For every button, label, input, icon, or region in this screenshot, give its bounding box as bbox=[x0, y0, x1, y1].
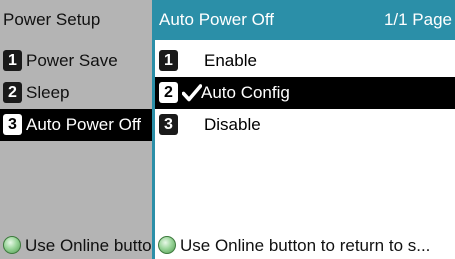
menu-item-auto-power-off[interactable]: 3 Auto Power Off bbox=[0, 109, 152, 141]
option-number-badge: 1 bbox=[159, 50, 178, 72]
option-number-badge: 3 bbox=[159, 114, 178, 136]
auto-power-off-menu: Auto Power Off 1/1 Page 1 Enable 2 Auto … bbox=[155, 0, 455, 259]
menu-title: Auto Power Off bbox=[159, 10, 274, 29]
footer-hint-text: Use Online button to return to s... bbox=[180, 236, 431, 255]
item-number-badge: 1 bbox=[3, 50, 22, 72]
menu-item-label: Power Save bbox=[26, 51, 118, 70]
checkmark-icon bbox=[182, 84, 202, 102]
footer-hint-text: Use Online button to return to standby. bbox=[25, 236, 152, 255]
auto-power-off-screen: Power Setup 1 Power Save 2 Sleep 3 Auto Pow… bbox=[0, 0, 455, 259]
option-number-badge: 2 bbox=[159, 82, 178, 104]
option-enable[interactable]: 1 Enable bbox=[155, 45, 455, 77]
menu-item-label: Auto Power Off bbox=[26, 115, 141, 134]
option-auto-config[interactable]: 2 Auto Config bbox=[155, 77, 455, 109]
menu-item-power-save[interactable]: 1 Power Save bbox=[0, 45, 152, 77]
option-label: Auto Config bbox=[201, 83, 290, 102]
right-footer-hint: Use Online button to return to s... bbox=[155, 232, 455, 259]
item-number-badge: 2 bbox=[3, 82, 22, 104]
menu-header-bar: Auto Power Off 1/1 Page bbox=[155, 0, 455, 40]
page-indicator: 1/1 Page bbox=[383, 10, 452, 29]
item-number-badge: 3 bbox=[3, 114, 22, 136]
option-label: Enable bbox=[204, 51, 257, 70]
menu-item-label: Sleep bbox=[26, 83, 70, 102]
power-setup-title: Power Setup bbox=[3, 10, 101, 29]
option-disable[interactable]: 3 Disable bbox=[155, 109, 455, 141]
option-label: Disable bbox=[204, 115, 261, 134]
menu-item-sleep[interactable]: 2 Sleep bbox=[0, 77, 152, 109]
left-footer-hint: Use Online button to return to standby. bbox=[0, 232, 152, 259]
online-button-icon bbox=[3, 235, 21, 254]
power-setup-menu: Power Setup 1 Power Save 2 Sleep 3 Auto Pow… bbox=[0, 0, 152, 259]
online-button-icon bbox=[158, 235, 176, 254]
